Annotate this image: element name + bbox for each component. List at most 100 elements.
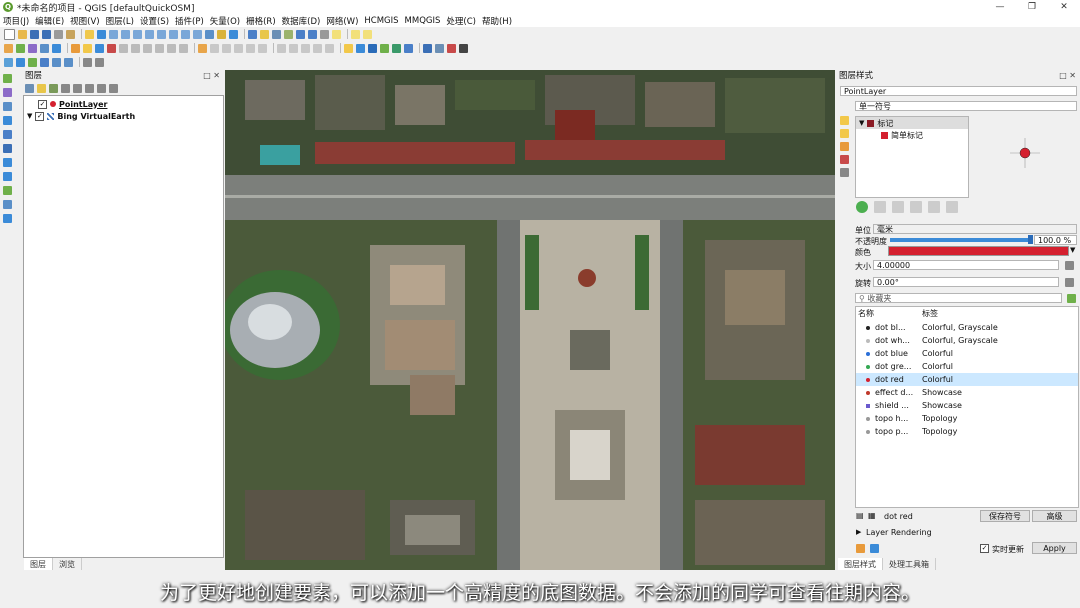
add-raster-icon[interactable] xyxy=(3,88,12,97)
new-memory-layer-icon[interactable] xyxy=(40,57,49,67)
add-spatialite-icon[interactable] xyxy=(3,130,12,139)
menu-database[interactable]: 数据库(D) xyxy=(279,15,324,27)
add-point-feature-icon[interactable] xyxy=(95,43,104,53)
layer-checkbox[interactable]: ✓ xyxy=(38,99,47,109)
zoom-selection-icon[interactable] xyxy=(157,29,166,39)
size-spinbox[interactable]: 4.00000 xyxy=(873,260,1059,270)
georeference-icon[interactable] xyxy=(404,43,413,53)
warning-icon[interactable] xyxy=(344,43,353,53)
history-tab-icon[interactable] xyxy=(840,168,849,177)
label-toolbar-icon[interactable] xyxy=(198,43,207,53)
move-up-icon[interactable] xyxy=(928,201,940,213)
list-item[interactable]: dot wh... Colorful, Grayscale xyxy=(856,334,1078,347)
duplicate-symbol-layer-icon[interactable] xyxy=(910,201,922,213)
menu-plugins[interactable]: 插件(P) xyxy=(172,15,207,27)
live-update-checkbox[interactable]: ✓ xyxy=(980,544,989,553)
masks-tab-icon[interactable] xyxy=(840,142,849,151)
zoom-full-icon[interactable] xyxy=(145,29,154,39)
new-temp-layer-icon[interactable] xyxy=(64,57,73,67)
add-wms-layer-icon[interactable] xyxy=(52,43,61,53)
layout-manager-icon[interactable] xyxy=(66,29,75,39)
edit-pencil-icon[interactable] xyxy=(71,43,80,53)
select-icon[interactable] xyxy=(260,29,269,39)
label-pin-icon[interactable] xyxy=(210,43,219,53)
vertex-tool-icon[interactable] xyxy=(107,43,116,53)
undo-icon[interactable] xyxy=(167,43,176,53)
layer-rendering-label[interactable]: Layer Rendering xyxy=(866,528,932,537)
bookmark-icon[interactable] xyxy=(217,29,226,39)
add-xyz-icon[interactable] xyxy=(3,214,12,223)
filter-legend-icon[interactable] xyxy=(61,83,70,93)
remove-layer-icon[interactable] xyxy=(109,83,118,93)
zoom-last-icon[interactable] xyxy=(181,29,190,39)
add-wfs-icon[interactable] xyxy=(3,172,12,181)
manage-map-themes-icon[interactable] xyxy=(49,83,58,93)
layer-filter-icon[interactable] xyxy=(95,57,104,67)
add-raster-layer-icon[interactable] xyxy=(28,43,37,53)
quickosm-icon[interactable] xyxy=(392,43,401,53)
menu-layer[interactable]: 图层(L) xyxy=(103,15,137,27)
expand-arrow-icon[interactable]: ▼ xyxy=(859,119,864,127)
label-move-icon[interactable] xyxy=(234,43,243,53)
statistics-icon[interactable] xyxy=(296,29,305,39)
rotation-data-defined-icon[interactable] xyxy=(1065,278,1074,287)
list-item[interactable]: dot bl... Colorful, Grayscale xyxy=(856,321,1078,334)
offset-curve-icon[interactable] xyxy=(301,43,310,53)
delete-selected-icon[interactable] xyxy=(119,43,128,53)
panel-float-close-icon[interactable]: □ ✕ xyxy=(1059,70,1076,82)
annotation-icon[interactable] xyxy=(332,29,341,39)
undo-style-icon[interactable] xyxy=(856,544,865,553)
label-properties-icon[interactable] xyxy=(258,43,267,53)
list-item[interactable]: shield ... Showcase xyxy=(856,399,1078,412)
add-wms-icon[interactable] xyxy=(3,158,12,167)
icon-view-icon[interactable]: ▦ xyxy=(868,511,876,520)
new-map-view-icon[interactable] xyxy=(205,29,214,39)
add-group-icon[interactable] xyxy=(37,83,46,93)
opacity-spinbox[interactable]: 100.0 % xyxy=(1034,235,1077,245)
redo-style-icon[interactable] xyxy=(870,544,879,553)
new-virtual-layer-icon[interactable] xyxy=(52,57,61,67)
reshape-icon[interactable] xyxy=(289,43,298,53)
apply-button[interactable]: Apply xyxy=(1032,542,1077,554)
identify-icon[interactable] xyxy=(248,29,257,39)
close-icon[interactable]: ✕ xyxy=(1048,0,1080,14)
new-geopackage-icon[interactable] xyxy=(4,57,13,67)
print-layout-icon[interactable] xyxy=(54,29,63,39)
osm-icon[interactable] xyxy=(380,43,389,53)
menu-edit[interactable]: 编辑(E) xyxy=(32,15,67,27)
save-project-icon[interactable] xyxy=(30,29,39,39)
move-down-icon[interactable] xyxy=(946,201,958,213)
toggle-editing-icon[interactable] xyxy=(83,43,92,53)
open-project-icon[interactable] xyxy=(18,29,27,39)
history-icon[interactable] xyxy=(459,43,468,53)
plugin-globe-icon[interactable] xyxy=(368,43,377,53)
add-postgis-icon[interactable] xyxy=(3,144,12,153)
size-data-defined-icon[interactable] xyxy=(1065,261,1074,270)
zoom-out-icon[interactable] xyxy=(121,29,130,39)
refresh-icon[interactable] xyxy=(229,29,238,39)
list-item[interactable]: dot gre... Colorful xyxy=(856,360,1078,373)
python-console-icon[interactable] xyxy=(423,43,432,53)
pan-icon[interactable] xyxy=(85,29,94,39)
digitize-icon[interactable] xyxy=(277,43,286,53)
tab-processing-toolbox[interactable]: 处理工具箱 xyxy=(883,558,936,570)
open-layer-styling-icon[interactable] xyxy=(25,83,34,93)
layer-item-pointlayer[interactable]: ✓ PointLayer xyxy=(24,98,223,110)
menu-view[interactable]: 视图(V) xyxy=(67,15,102,27)
list-item[interactable]: topo h... Topology xyxy=(856,412,1078,425)
menu-vector[interactable]: 矢量(O) xyxy=(207,15,243,27)
open-attribute-table-icon[interactable] xyxy=(272,29,281,39)
tab-browser[interactable]: 浏览 xyxy=(53,558,82,570)
menu-help[interactable]: 帮助(H) xyxy=(479,15,515,27)
unit-select[interactable]: 毫米 xyxy=(873,224,1077,234)
add-mesh-icon[interactable] xyxy=(3,102,12,111)
globe-icon[interactable] xyxy=(356,43,365,53)
add-vector-icon[interactable] xyxy=(3,74,12,83)
model-builder-icon[interactable] xyxy=(447,43,456,53)
panel-float-close-icon[interactable]: □ ✕ xyxy=(203,70,220,82)
cut-features-icon[interactable] xyxy=(131,43,140,53)
processing-toolbox-icon[interactable] xyxy=(435,43,444,53)
favorites-search[interactable]: ⚲ 收藏夹 xyxy=(855,293,1062,303)
list-item-selected[interactable]: dot red Colorful xyxy=(856,373,1078,386)
zoom-layer-icon[interactable] xyxy=(169,29,178,39)
